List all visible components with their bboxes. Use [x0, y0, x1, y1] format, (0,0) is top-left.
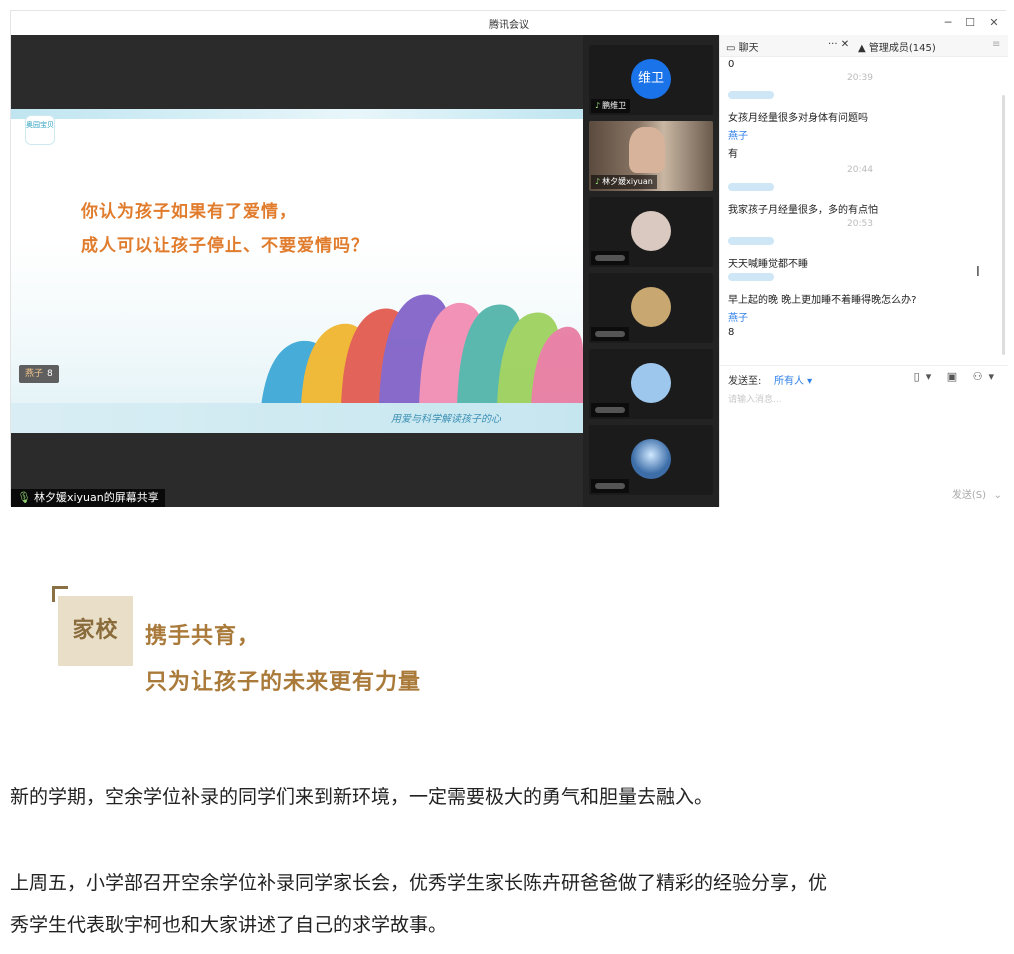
chat-message: 早上起的晚 晚上更加睡不着睡得晚怎么办?: [728, 295, 917, 306]
chat-sender-blurred: [728, 273, 774, 281]
tab-chat[interactable]: ▭ 聊天: [726, 39, 759, 54]
tab-chat-label: 聊天: [738, 43, 759, 54]
chat-message: 我家孩子月经量很多，多的有点怕: [728, 205, 878, 216]
close-button[interactable]: ✕: [985, 14, 1003, 32]
mic-icon: ♪: [595, 101, 601, 110]
chat-sender: 燕子: [728, 313, 748, 324]
screen-share-stage[interactable]: 奥园宝贝 你认为孩子如果有了爱情， 成人可以让孩子停止、不要爱情吗？ 燕子8: [11, 35, 583, 507]
chip-name: 燕子: [25, 369, 44, 379]
send-to-select[interactable]: 所有人 ▾: [774, 372, 812, 387]
chat-sender-blurred: [728, 91, 774, 99]
participant-tile[interactable]: [589, 425, 713, 495]
chevron-down-icon[interactable]: ⌄: [994, 490, 1002, 501]
participant-name: [591, 403, 629, 417]
chat-messages[interactable]: 0 20:39 女孩月经量很多对身体有问题吗 燕子 有 20:44 我家孩子月经…: [720, 57, 1000, 357]
chat-tab-bar: ▭ 聊天 ··· ✕ ▲ 管理成员(145) ≡: [720, 35, 1008, 57]
chat-message: 0: [728, 59, 735, 70]
article-paragraph-1: 新的学期，空余学位补录的同学们来到新环境，一定需要极大的勇气和胆量去融入。: [10, 786, 714, 808]
chat-message: 8: [728, 327, 735, 338]
slide-question-line2: 成人可以让孩子停止、不要爱情吗？: [81, 236, 369, 256]
maximize-button[interactable]: ☐: [961, 14, 979, 32]
share-label-text: 林夕媛xiyuan的屏幕共享: [33, 491, 159, 504]
participant-name-text: 林夕媛xiyuan: [602, 177, 653, 186]
title-bar: 腾讯会议 ─ ☐ ✕: [11, 11, 1007, 35]
chat-compose: 发送至: 所有人 ▾ ▯▾ ▣ ⚇▾ 请输入消息... 发送(S) ⌄: [720, 365, 1008, 507]
section-tag: 家校: [58, 596, 133, 666]
send-button[interactable]: 发送(S): [952, 486, 986, 501]
chat-scrollbar[interactable]: [1002, 95, 1005, 355]
compose-tools[interactable]: ▯▾ ▣ ⚇▾: [914, 370, 1000, 383]
send-to-label: 发送至:: [728, 376, 762, 387]
text-cursor-icon: I: [976, 265, 980, 280]
avatar: [631, 363, 671, 403]
slide-bottom-tagline: 用爱与科学解读孩子的心: [391, 414, 501, 425]
slide-top-band: [11, 109, 583, 119]
article-paragraph-2-line1: 上周五，小学部召开空余学位补录同学家长会，优秀学生家长陈卉研爸爸做了精彩的经验分…: [10, 872, 828, 894]
mic-icon: ♪: [595, 177, 601, 186]
section-heading-line2: 只为让孩子的未来更有力量: [145, 670, 422, 695]
participant-name: ♪ 林夕媛xiyuan: [591, 175, 657, 189]
tab-members-label: 管理成员(145): [868, 43, 936, 54]
mic-icon: 🎙: [17, 491, 31, 504]
chat-timestamp: 20:53: [847, 219, 873, 229]
participant-name: [591, 251, 629, 265]
participant-tile[interactable]: ♪ 林夕媛xiyuan: [589, 121, 713, 191]
participant-name: ♪ 鹏维卫: [591, 99, 631, 113]
more-icon[interactable]: ··· ✕: [828, 39, 849, 50]
participant-name: [591, 327, 629, 341]
avatar: 维卫: [631, 59, 671, 99]
minimize-button[interactable]: ─: [939, 14, 957, 32]
chat-sender-blurred: [728, 183, 774, 191]
chat-timestamp: 20:39: [847, 73, 873, 83]
slide-question-line1: 你认为孩子如果有了爱情，: [81, 202, 297, 222]
chat-timestamp: 20:44: [847, 165, 873, 175]
avatar: [631, 211, 671, 251]
chat-message: 有: [728, 149, 738, 160]
video-person: [629, 127, 665, 173]
participant-name-text: 鹏维卫: [602, 101, 627, 110]
avatar: [631, 439, 671, 479]
meeting-window: 腾讯会议 ─ ☐ ✕ 奥园宝贝 你认为孩子如果有了爱情， 成人可以让孩子停止、不…: [10, 10, 1008, 507]
menu-icon[interactable]: ≡: [992, 39, 1000, 50]
chat-input[interactable]: 请输入消息...: [728, 392, 782, 405]
chat-message: 女孩月经量很多对身体有问题吗: [728, 113, 868, 124]
silhouettes-illustration: [261, 294, 583, 407]
presentation-slide: 奥园宝贝 你认为孩子如果有了爱情， 成人可以让孩子停止、不要爱情吗？ 燕子8: [11, 109, 583, 433]
participant-tile[interactable]: [589, 349, 713, 419]
chat-panel: ▭ 聊天 ··· ✕ ▲ 管理成员(145) ≡ 0 20:39 女孩月经量很多…: [719, 35, 1008, 507]
participant-name: [591, 479, 629, 493]
window-title: 腾讯会议: [489, 20, 529, 31]
chat-sender: 燕子: [728, 131, 748, 142]
chip-value: 8: [47, 369, 53, 379]
screen-share-label: 🎙 林夕媛xiyuan的屏幕共享: [11, 489, 165, 507]
participant-tile[interactable]: [589, 273, 713, 343]
participant-tiles: 维卫 ♪ 鹏维卫 ♪ 林夕媛xiyuan: [583, 35, 719, 507]
slide-logo: 奥园宝贝: [25, 115, 55, 145]
chat-message: 天天喊睡觉都不睡: [728, 259, 808, 270]
section-heading-line1: 携手共育，: [145, 624, 261, 649]
article-paragraph-2-line2: 秀学生代表耿宇柯也和大家讲述了自己的求学故事。: [10, 914, 448, 936]
chat-name-chip: 燕子 8: [19, 365, 59, 383]
participant-tile[interactable]: 维卫 ♪ 鹏维卫: [589, 45, 713, 115]
chat-sender-blurred: [728, 237, 774, 245]
participant-tile[interactable]: [589, 197, 713, 267]
avatar: [631, 287, 671, 327]
tab-members[interactable]: ▲ 管理成员(145): [858, 39, 936, 54]
